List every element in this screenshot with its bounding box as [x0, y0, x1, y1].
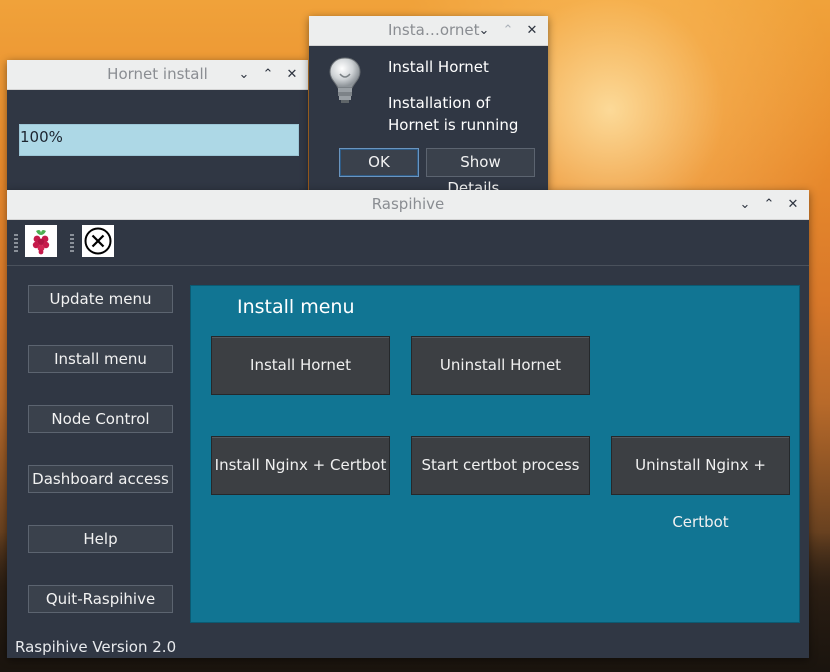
- show-details-button[interactable]: Show Details...: [426, 148, 535, 197]
- start-certbot-button[interactable]: Start certbot process: [411, 436, 590, 495]
- message-box-title: Insta…ornet: [388, 21, 480, 39]
- maximize-icon: ⌃: [502, 23, 514, 38]
- ok-button[interactable]: OK: [339, 148, 419, 177]
- progress-text: 100%: [20, 128, 63, 146]
- install-menu-panel: Install menu Install Hornet Uninstall Ho…: [190, 285, 800, 623]
- minimize-icon[interactable]: ⌄: [234, 65, 254, 85]
- message-box-titlebar[interactable]: Insta…ornet ⌄ ⌃ ✕: [309, 16, 548, 46]
- raspberry-pi-icon[interactable]: [25, 225, 57, 257]
- close-icon[interactable]: ✕: [783, 195, 803, 215]
- uninstall-hornet-button[interactable]: Uninstall Hornet: [411, 336, 590, 395]
- version-label: Raspihive Version 2.0: [15, 638, 177, 656]
- minimize-icon[interactable]: ⌄: [735, 195, 755, 215]
- toolbar-grip[interactable]: [70, 234, 74, 252]
- maximize-icon[interactable]: ⌃: [258, 65, 278, 85]
- maximize-icon[interactable]: ⌃: [759, 195, 779, 215]
- message-heading: Install Hornet: [388, 58, 489, 76]
- message-box: Insta…ornet ⌄ ⌃ ✕ Install Hornet Install…: [309, 16, 548, 197]
- install-nginx-certbot-button[interactable]: Install Nginx + Certbot: [211, 436, 390, 495]
- minimize-icon[interactable]: ⌄: [474, 21, 494, 41]
- update-menu-button[interactable]: Update menu: [28, 285, 173, 313]
- main-window-title: Raspihive: [371, 195, 445, 213]
- help-button[interactable]: Help: [28, 525, 173, 553]
- quit-button[interactable]: Quit-Raspihive: [28, 585, 173, 613]
- main-window: Raspihive ⌄ ⌃ ✕ Update menu Install menu…: [7, 190, 809, 658]
- progress-window-title: Hornet install: [107, 65, 208, 83]
- close-icon[interactable]: ✕: [522, 21, 542, 41]
- dashboard-access-button[interactable]: Dashboard access: [28, 465, 173, 493]
- toolbar-grip[interactable]: [14, 234, 18, 252]
- uninstall-nginx-certbot-button[interactable]: Uninstall Nginx + Certbot: [611, 436, 790, 531]
- main-window-titlebar[interactable]: Raspihive ⌄ ⌃ ✕: [7, 190, 809, 220]
- close-icon[interactable]: ✕: [282, 65, 302, 85]
- progress-bar: 100%: [19, 124, 299, 156]
- close-circle-icon[interactable]: [82, 225, 114, 257]
- progress-window-titlebar[interactable]: Hornet install ⌄ ⌃ ✕: [7, 60, 308, 90]
- node-control-button[interactable]: Node Control: [28, 405, 173, 433]
- message-body: Installation of Hornet is running: [388, 94, 519, 134]
- panel-title: Install menu: [237, 296, 355, 318]
- install-hornet-button[interactable]: Install Hornet: [211, 336, 390, 395]
- toolbar: [7, 220, 809, 266]
- install-menu-button[interactable]: Install menu: [28, 345, 173, 373]
- progress-window: Hornet install ⌄ ⌃ ✕ 100%: [7, 60, 308, 190]
- lightbulb-icon: [329, 57, 361, 103]
